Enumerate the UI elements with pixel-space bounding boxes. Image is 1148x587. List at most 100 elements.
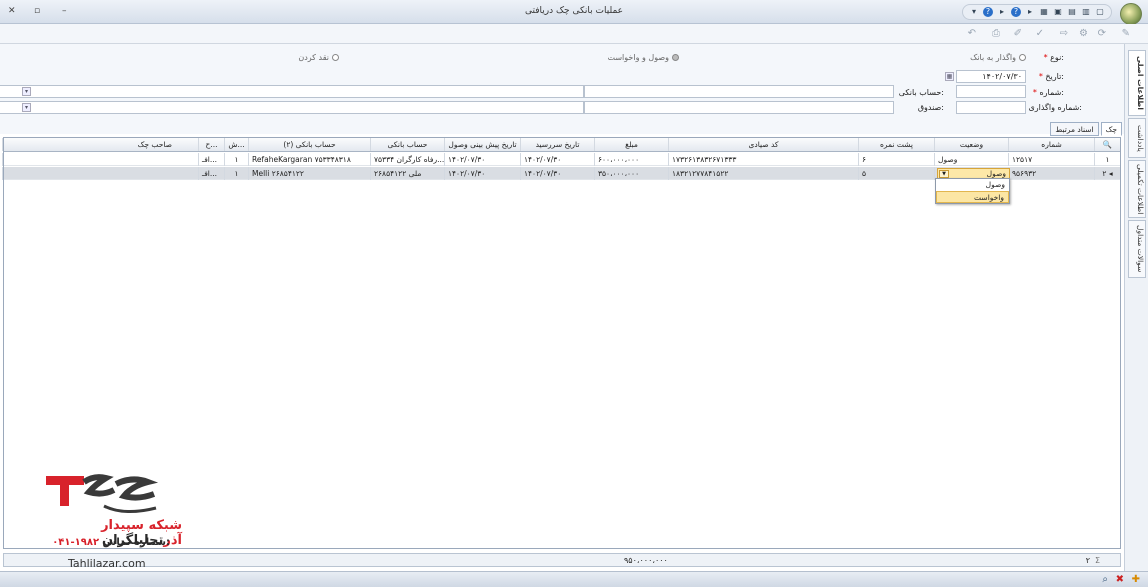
cell-number[interactable]: ۹۵۶۹۳۲ [1008, 167, 1094, 180]
info-icon[interactable]: ? [1011, 7, 1021, 17]
check-icon[interactable]: ✓ [1036, 28, 1044, 39]
col-sh[interactable]: ش... [224, 138, 248, 151]
settings-icon[interactable]: ⚙ [1079, 28, 1088, 39]
fund-label: صندوق: [917, 103, 944, 112]
radio-cash[interactable]: نقد کردن [298, 53, 339, 62]
table-row[interactable]: ۱ ۱۲۵۱۷ وصول ۶ ۱۷۳۲۶۱۳۸۳۲۶۷۱۳۳۳ ۶۰۰،۰۰۰،… [2, 153, 1120, 166]
add-icon[interactable]: ✚ [1132, 574, 1140, 585]
tab-main-info[interactable]: اطلاعات اصلی [1128, 50, 1146, 116]
dropdown-icon[interactable]: ▾ [22, 87, 31, 96]
sum-icon: Σ [1094, 556, 1100, 565]
cell-sayad[interactable]: ۱۷۳۲۶۱۳۸۳۲۶۷۱۳۳۳ [668, 153, 858, 166]
dropdown-icon[interactable]: ▾ [969, 7, 979, 17]
cell-bank-account[interactable]: ملی ۲۶۸۵۴۱۲۲ [370, 167, 444, 180]
tab-extra-info[interactable]: اطلاعات تکمیلی [1128, 160, 1146, 218]
new-icon[interactable]: ▢ [1095, 7, 1105, 17]
col-h[interactable]: ح... [198, 138, 224, 151]
option-protest[interactable]: واخواست [936, 191, 1009, 203]
cell-amount[interactable]: ۶۰۰،۰۰۰،۰۰۰ [594, 153, 668, 166]
watermark-logo: شبکه سپیدار آذرتحلیلگران ۰۴۱-۱۹۸۲ شماره … [40, 470, 200, 570]
calendar-icon[interactable]: ▦ [945, 72, 954, 81]
col-sayad[interactable]: کد صیادی [668, 138, 858, 151]
cell-bank-account2[interactable]: RefaheKargaran ۷۵۳۳۴۸۳۱۸ [248, 153, 370, 166]
cell-bank-account2[interactable]: Melli ۲۶۸۵۴۱۲۲ [248, 167, 370, 180]
search-icon[interactable]: 🔍 [1094, 138, 1120, 151]
cell-forecast[interactable]: ۱۴۰۲/۰۷/۳۰ [444, 167, 520, 180]
save-new-icon[interactable]: ▤ [1067, 7, 1077, 17]
cell-owner[interactable] [2, 153, 198, 166]
cell-owner[interactable] [2, 167, 198, 180]
refresh-icon[interactable]: ⟳ [1098, 28, 1106, 39]
col-bank-account[interactable]: حساب بانکی [370, 138, 444, 151]
title-bar: ✕ ▫ – عملیات بانکی چک دریافتی ▾ ? ▸ ? ▸ … [0, 0, 1148, 25]
cell-status[interactable]: وصول [934, 153, 1008, 166]
assign-number-label: شماره واگذاری: [1028, 103, 1082, 112]
status-bar: ✚ ✖ ⌕ [0, 571, 1148, 587]
cell-bank-account[interactable]: رفاه کارگران ۷۵۳۳۴... [370, 153, 444, 166]
save-icon[interactable]: ▥ [1081, 7, 1091, 17]
tab-check[interactable]: چک [1100, 122, 1122, 136]
nav-icon[interactable]: ▸ [997, 7, 1007, 17]
side-tabs: اطلاعات اصلی یادداشت اطلاعات تکمیلی سوال… [1124, 44, 1148, 587]
row-index: ۱ [1094, 153, 1120, 166]
fund-desc-field [0, 101, 584, 114]
grid-icon[interactable]: ▦ [1039, 7, 1049, 17]
col-status[interactable]: وضعیت [934, 138, 1008, 151]
number-label: * شماره: [1032, 88, 1064, 97]
cell-h[interactable]: افـ... [198, 153, 224, 166]
edit-icon[interactable]: ✐ [1014, 28, 1022, 39]
cell-number[interactable]: ۱۲۵۱۷ [1008, 153, 1094, 166]
cell-amount[interactable]: ۳۵۰،۰۰۰،۰۰۰ [594, 167, 668, 180]
fund-field[interactable] [584, 101, 894, 114]
tab-notes[interactable]: یادداشت [1128, 118, 1146, 158]
account-label: حساب بانکی: [898, 88, 944, 97]
grid-tabs: اسناد مرتبط چک [1050, 122, 1122, 136]
type-label: * نوع: [1043, 53, 1064, 62]
quick-access-toolbar: ▾ ? ▸ ? ▸ ▦ ▣ ▤ ▥ ▢ [962, 4, 1112, 20]
tab-faq[interactable]: سوالات متداول [1128, 220, 1146, 278]
attach-icon[interactable]: ✎ [1122, 28, 1130, 39]
bank-account-field[interactable] [584, 85, 894, 98]
brand-phone: ۰۴۱-۱۹۸۲ شماره تماس: [52, 537, 170, 548]
number-field[interactable] [956, 85, 1026, 98]
undo-icon[interactable]: ↶ [968, 28, 976, 39]
nav-icon[interactable]: ▸ [1025, 7, 1035, 17]
radio-assign[interactable]: واگذار به بانک [970, 53, 1026, 62]
col-amount[interactable]: مبلغ [594, 138, 668, 151]
row-index: ۲ ◂ [1094, 167, 1120, 180]
cell-due[interactable]: ۱۴۰۲/۰۷/۳۰ [520, 167, 594, 180]
cell-sh[interactable]: ۱ [224, 153, 248, 166]
col-owner[interactable]: صاحب چک [2, 138, 198, 151]
cell-back[interactable]: ۵ [858, 167, 934, 180]
cell-h[interactable]: افـ... [198, 167, 224, 180]
app-logo-icon[interactable] [1120, 3, 1142, 25]
tab-related-docs[interactable]: اسناد مرتبط [1050, 122, 1099, 136]
cell-sh[interactable]: ۱ [224, 167, 248, 180]
brand-url: Tahlilazar.com [68, 557, 146, 570]
cell-due[interactable]: ۱۴۰۲/۰۷/۳۰ [520, 153, 594, 166]
cell-back[interactable]: ۶ [858, 153, 934, 166]
cell-forecast[interactable]: ۱۴۰۲/۰۷/۳۰ [444, 153, 520, 166]
grid-header: 🔍 شماره وضعیت پشت نمره کد صیادی مبلغ تار… [2, 138, 1120, 152]
date-field[interactable]: ۱۴۰۲/۰۷/۳۰ [956, 70, 1026, 83]
col-back[interactable]: پشت نمره [858, 138, 934, 151]
col-due[interactable]: تاریخ سررسید [520, 138, 594, 151]
assign-number-field[interactable] [956, 101, 1026, 114]
help-icon[interactable]: ? [983, 7, 993, 17]
cell-sayad[interactable]: ۱۸۳۲۱۲۷۷۸۴۱۵۲۲ [668, 167, 858, 180]
col-forecast[interactable]: تاریخ پیش بینی وصول [444, 138, 520, 151]
secondary-toolbar: ✎ ⟳ ⚙ ⇨ ✓ ✐ ⎙ ↶ [0, 24, 1148, 44]
forward-icon[interactable]: ⇨ [1060, 28, 1068, 39]
delete-icon[interactable]: ✖ [1116, 574, 1124, 585]
radio-collect[interactable]: وصول و واخواست [608, 53, 679, 62]
brand-logo-icon [46, 474, 159, 513]
option-collect[interactable]: وصول [936, 179, 1009, 191]
save-all-icon[interactable]: ▣ [1053, 7, 1063, 17]
col-bank-account2[interactable]: حساب بانکی (۲) [248, 138, 370, 151]
col-number[interactable]: شماره [1008, 138, 1094, 151]
dropdown-icon[interactable]: ▾ [22, 103, 31, 112]
bank-account-desc-field [0, 85, 584, 98]
chevron-down-icon[interactable]: ▼ [939, 170, 949, 178]
print-icon[interactable]: ⎙ [992, 28, 1000, 39]
zoom-icon[interactable]: ⌕ [1102, 574, 1108, 585]
